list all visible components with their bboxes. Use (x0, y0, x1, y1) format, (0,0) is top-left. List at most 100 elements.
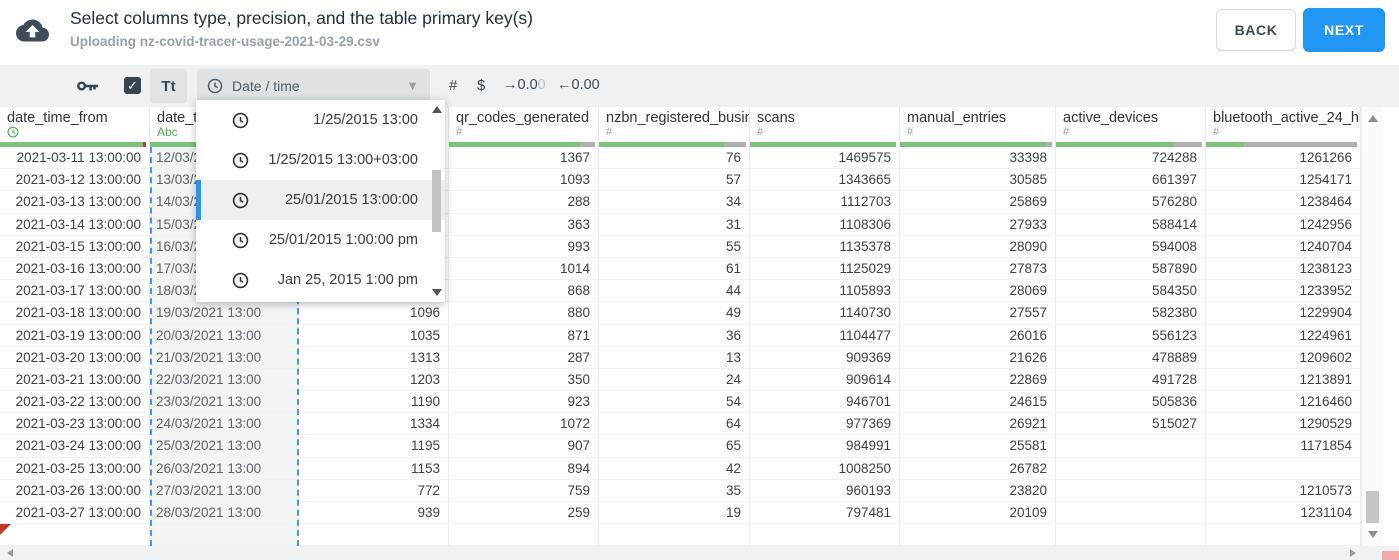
scroll-up-arrow-icon[interactable] (432, 106, 442, 113)
cell-date_time_from: 2021-03-17 13:00:00 (0, 280, 150, 303)
decrease-decimal-button[interactable]: →0.00 (503, 77, 546, 93)
cell-active_devices: 594008 (1056, 235, 1206, 258)
cell-bluetooth_active_24_hr_: 1171854 (1206, 435, 1361, 458)
cell-date_time_from: 2021-03-15 13:00:00 (0, 235, 150, 258)
cell-scans: 1343665 (750, 169, 900, 192)
cell-date_time_from: 2021-03-26 13:00:00 (0, 479, 150, 502)
cell-manual_entries: 27933 (900, 213, 1056, 236)
column-name: qr_codes_generated (456, 110, 590, 126)
date-format-option-list: 1/25/2015 13:00 1/25/2015 13:00+03:00 25/0… (196, 100, 445, 300)
scroll-left-arrow-icon[interactable] (7, 549, 13, 557)
column-header-bluetooth_active_24_hr_[interactable]: bluetooth_active_24_hr_ # (1206, 107, 1361, 147)
cell-bluetooth_active_24_hr_: 1254171 (1206, 169, 1361, 192)
cell-active_devices: 587890 (1056, 257, 1206, 281)
column-name: active_devices (1063, 110, 1159, 126)
cell-hidden: 1096 (299, 302, 449, 325)
cell-manual_entries: 25581 (900, 435, 1056, 458)
dropdown-scrollbar[interactable] (429, 104, 443, 298)
cell-bluetooth_active_24_hr_ (1206, 524, 1361, 547)
dropdown-scrollbar-thumb[interactable] (432, 170, 441, 232)
cell-scans: 960193 (750, 479, 900, 502)
cell-manual_entries: 21626 (900, 346, 1056, 369)
date-format-option[interactable]: 1/25/2015 13:00 (196, 100, 445, 140)
cell-nzbn_registered_busine: 55 (599, 235, 750, 258)
column-header-active_devices[interactable]: active_devices # (1056, 107, 1206, 147)
column-header-scans[interactable]: scans # (750, 107, 900, 147)
cell-manual_entries: 33398 (900, 147, 1056, 170)
horizontal-scrollbar[interactable] (0, 546, 1399, 560)
cell-date_time_from: 2021-03-14 13:00:00 (0, 213, 150, 236)
cell-date_t: 25/03/2021 13:00 (150, 435, 299, 458)
column-header-manual_entries[interactable]: manual_entries # (900, 107, 1056, 147)
column-type-select[interactable]: Date / time ▼ (197, 69, 430, 102)
cell-active_devices (1056, 457, 1206, 480)
cell-active_devices (1056, 502, 1206, 525)
cell-manual_entries: 28069 (900, 280, 1056, 303)
cell-parse-error-marker (0, 524, 150, 547)
vertical-scrollbar[interactable] (1361, 107, 1383, 546)
cell-active_devices (1056, 524, 1206, 547)
table-row: 2021-03-21 13:00:00 22/03/2021 13:00 1203 3… (0, 368, 1361, 392)
cell-qr_codes_generated: 259 (449, 502, 599, 525)
vertical-scrollbar-thumb[interactable] (1366, 491, 1379, 523)
column-type-select-value: Date / time (232, 77, 300, 94)
cell-bluetooth_active_24_hr_: 1231104 (1206, 502, 1361, 525)
number-type-button[interactable]: # (449, 77, 457, 94)
column-header-qr_codes_generated[interactable]: qr_codes_generated # (449, 107, 599, 147)
cell-scans: 1135378 (750, 235, 900, 258)
cell-date_time_from: 2021-03-11 13:00:00 (0, 147, 150, 170)
currency-type-button[interactable]: $ (477, 77, 485, 94)
cell-date_time_from: 2021-03-13 13:00:00 (0, 191, 150, 214)
table-row: 2021-03-23 13:00:00 24/03/2021 13:00 1334 1… (0, 413, 1361, 436)
date-format-option-label: 25/01/2015 13:00:00 (284, 192, 418, 208)
cell-date_time_from: 2021-03-27 13:00:00 (0, 502, 150, 525)
cell-manual_entries: 20109 (900, 502, 1056, 525)
cell-bluetooth_active_24_hr_: 1242956 (1206, 213, 1361, 236)
cell-hidden: 1195 (299, 435, 449, 458)
cell-nzbn_registered_busine: 44 (599, 280, 750, 303)
cell-bluetooth_active_24_hr_: 1261266 (1206, 147, 1361, 170)
cell-qr_codes_generated: 363 (449, 213, 599, 236)
increase-decimal-button[interactable]: ←0.00 (557, 77, 600, 93)
date-format-option[interactable]: 25/01/2015 13:00:00 (196, 180, 445, 220)
scroll-up-arrow-icon[interactable] (1368, 115, 1378, 122)
column-header-date_time_from[interactable]: date_time_from (0, 107, 150, 147)
cell-nzbn_registered_busine: 76 (599, 147, 750, 170)
back-button[interactable]: BACK (1216, 9, 1296, 51)
cell-scans: 1125029 (750, 257, 900, 281)
table-row (0, 524, 1361, 547)
date-format-dropdown: 1/25/2015 13:00 1/25/2015 13:00+03:00 25/0… (196, 100, 445, 302)
wizard-header: Select columns type, precision, and the … (0, 0, 1399, 65)
next-button[interactable]: NEXT (1303, 8, 1385, 52)
cell-nzbn_registered_busine: 24 (599, 368, 750, 392)
clock-icon (232, 192, 249, 208)
date-format-option-label: 25/01/2015 1:00:00 pm (268, 232, 418, 248)
table-row: 2021-03-27 13:00:00 28/03/2021 13:00 939 25… (0, 502, 1361, 525)
table-row: 2021-03-24 13:00:00 25/03/2021 13:00 1195 9… (0, 435, 1361, 458)
date-format-option[interactable]: 25/01/2015 1:00:00 pm (196, 220, 445, 260)
include-column-checkbox[interactable]: ✓ (124, 77, 141, 94)
cell-qr_codes_generated: 287 (449, 346, 599, 369)
primary-key-icon[interactable] (77, 79, 99, 98)
cell-bluetooth_active_24_hr_: 1238123 (1206, 257, 1361, 281)
cell-date_t: 23/03/2021 13:00 (150, 391, 299, 414)
scroll-right-arrow-icon[interactable] (1350, 549, 1356, 557)
cell-qr_codes_generated: 907 (449, 435, 599, 458)
cell-qr_codes_generated: 923 (449, 391, 599, 414)
date-format-option[interactable]: Jan 25, 2015 1:00 pm (196, 260, 445, 300)
date-format-option[interactable]: 1/25/2015 13:00+03:00 (196, 140, 445, 180)
clock-icon (232, 152, 249, 168)
scroll-down-arrow-icon[interactable] (432, 289, 442, 296)
cell-nzbn_registered_busine: 35 (599, 479, 750, 502)
cell-date_time_from: 2021-03-21 13:00:00 (0, 368, 150, 392)
cell-date_t: 20/03/2021 13:00 (150, 324, 299, 347)
text-type-button[interactable]: Tt (150, 69, 187, 103)
cell-nzbn_registered_busine: 34 (599, 191, 750, 214)
cell-hidden: 1190 (299, 391, 449, 414)
cell-date_t: 22/03/2021 13:00 (150, 368, 299, 392)
table-row: 2021-03-26 13:00:00 27/03/2021 13:00 772 75… (0, 479, 1361, 502)
scroll-down-arrow-icon[interactable] (1368, 531, 1378, 538)
cell-scans: 984991 (750, 435, 900, 458)
column-header-nzbn_registered_busine[interactable]: nzbn_registered_busine # (599, 107, 750, 147)
cell-scans: 909614 (750, 368, 900, 392)
